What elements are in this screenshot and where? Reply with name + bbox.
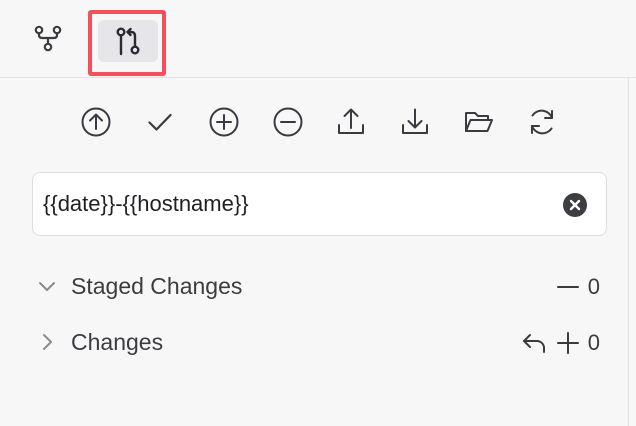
unstage-all-button[interactable]: [268, 102, 308, 142]
arrow-up-circle-icon: [81, 107, 111, 137]
source-control-tab-highlight: [88, 10, 166, 76]
graph-icon: [34, 25, 62, 52]
staged-changes-section[interactable]: Staged Changes 0: [0, 267, 628, 307]
changes-label: Changes: [71, 329, 164, 355]
refresh-icon: [531, 109, 553, 135]
stage-all-button[interactable]: [204, 102, 244, 142]
push-button[interactable]: [76, 102, 116, 142]
chevron-right-icon: [43, 334, 52, 350]
clear-circle-icon: [563, 193, 587, 217]
changes-actions: 0: [520, 329, 600, 357]
undo-icon: [522, 334, 545, 353]
download-button[interactable]: [395, 102, 435, 142]
stage-all-action[interactable]: [554, 329, 582, 357]
activity-tabs: [0, 0, 636, 78]
chevron-down-icon: [39, 282, 55, 291]
staged-changes-actions: 0: [554, 273, 600, 301]
open-folder-button[interactable]: [459, 102, 499, 142]
scm-toolbar: [0, 102, 636, 142]
graph-tab[interactable]: [30, 18, 66, 58]
staged-changes-label: Staged Changes: [71, 273, 243, 299]
changes-section[interactable]: Changes 0: [0, 323, 628, 363]
source-control-tab[interactable]: [98, 20, 158, 62]
clear-message-button[interactable]: [562, 192, 588, 218]
download-icon: [402, 108, 428, 134]
commit-message-box: [32, 172, 607, 236]
source-control-icon: [116, 27, 140, 56]
staged-changes-count: 0: [587, 274, 600, 299]
folder-open-icon: [465, 112, 493, 132]
check-icon: [148, 113, 172, 131]
upload-icon: [338, 108, 364, 134]
changes-count: 0: [587, 330, 600, 355]
commit-message-input[interactable]: [43, 183, 543, 225]
upload-button[interactable]: [331, 102, 371, 142]
discard-all-action[interactable]: [520, 329, 548, 357]
unstage-all-action[interactable]: [554, 273, 582, 301]
minus-icon: [556, 286, 579, 288]
plus-icon: [556, 332, 579, 354]
commit-button[interactable]: [140, 102, 180, 142]
minus-circle-icon: [273, 107, 303, 137]
refresh-button[interactable]: [522, 102, 562, 142]
plus-circle-icon: [209, 107, 239, 137]
